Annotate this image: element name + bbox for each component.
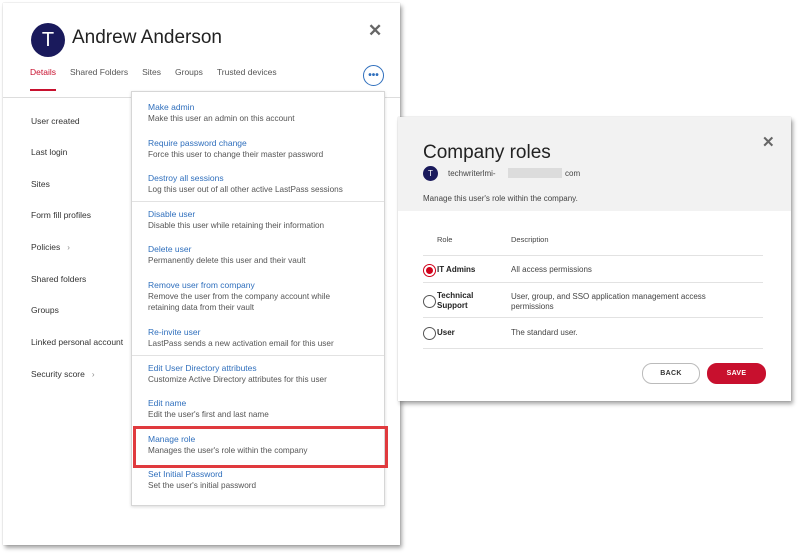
user-avatar: T — [31, 23, 65, 57]
menu-item-title: Require password change — [148, 138, 247, 148]
detail-linked-personal-account[interactable]: Linked personal account — [31, 337, 123, 347]
tab-details[interactable]: Details — [30, 67, 56, 91]
column-header-role: Role — [437, 235, 453, 244]
menu-item-edit-user-directory-attributes[interactable]: Edit User Directory attributes Customize… — [148, 363, 378, 385]
menu-item-delete-user[interactable]: Delete user Permanently delete this user… — [148, 244, 378, 266]
detail-label: Shared folders — [31, 274, 87, 284]
redacted-email-block — [508, 168, 562, 178]
table-divider — [423, 317, 763, 318]
menu-item-title: Disable user — [148, 209, 196, 219]
back-button[interactable]: BACK — [642, 363, 700, 384]
role-radio-it-admins[interactable] — [423, 264, 436, 277]
more-actions-button[interactable]: ••• — [363, 65, 384, 86]
user-name-title: Andrew Anderson — [72, 27, 222, 48]
tab-groups[interactable]: Groups — [175, 67, 203, 91]
menu-item-desc: Set the user's initial password — [148, 481, 257, 490]
tab-trusted-devices[interactable]: Trusted devices — [217, 67, 277, 91]
menu-item-desc: Edit the user's first and last name — [148, 410, 269, 419]
tab-sites[interactable]: Sites — [142, 67, 161, 91]
role-radio-technical-support[interactable] — [423, 295, 436, 308]
detail-user-created[interactable]: User created — [31, 116, 80, 126]
user-avatar: T — [423, 166, 438, 181]
menu-item-desc: Log this user out of all other active La… — [148, 185, 343, 194]
menu-item-re-invite-user[interactable]: Re-invite user LastPass sends a new acti… — [148, 327, 378, 349]
menu-item-desc: Force this user to change their master p… — [148, 150, 324, 159]
detail-last-login[interactable]: Last login — [31, 147, 67, 157]
menu-item-desc: Disable this user while retaining their … — [148, 221, 325, 230]
menu-item-title: Destroy all sessions — [148, 173, 224, 183]
role-description: User, group, and SSO application managem… — [511, 292, 706, 311]
menu-item-title: Delete user — [148, 244, 192, 254]
menu-item-desc: Customize Active Directory attributes fo… — [148, 375, 327, 384]
detail-label: Security score — [31, 369, 85, 379]
role-name: User — [437, 328, 455, 337]
menu-item-require-password-change[interactable]: Require password change Force this user … — [148, 138, 378, 160]
menu-item-title: Set Initial Password — [148, 469, 223, 479]
menu-item-disable-user[interactable]: Disable user Disable this user while ret… — [148, 209, 378, 231]
menu-item-title: Re-invite user — [148, 327, 201, 337]
menu-item-title: Edit User Directory attributes — [148, 363, 257, 373]
detail-shared-folders[interactable]: Shared folders — [31, 274, 86, 284]
menu-item-make-admin[interactable]: Make admin Make this user an admin on th… — [148, 102, 378, 124]
detail-sites[interactable]: Sites — [31, 179, 50, 189]
detail-groups[interactable]: Groups — [31, 305, 59, 315]
menu-item-title: Make admin — [148, 102, 195, 112]
company-roles-dialog: ✕ Company roles T techwriterlmi- com Man… — [398, 117, 791, 401]
dialog-subtitle: Manage this user's role within the compa… — [423, 194, 578, 203]
menu-divider — [132, 355, 384, 356]
detail-label: Linked personal account — [31, 337, 124, 347]
detail-label: Last login — [31, 147, 68, 157]
close-icon[interactable]: ✕ — [762, 133, 775, 151]
menu-item-desc: Make this user an admin on this account — [148, 114, 295, 123]
detail-security-score[interactable]: Security score › — [31, 369, 95, 379]
manage-role-highlight-box — [133, 426, 388, 468]
user-email-end: com — [565, 169, 581, 178]
menu-divider — [132, 201, 384, 202]
user-tabs: Details Shared Folders Sites Groups Trus… — [30, 67, 291, 91]
detail-label: Sites — [31, 179, 50, 189]
save-button[interactable]: SAVE — [707, 363, 766, 384]
detail-label: Form fill profiles — [31, 210, 91, 220]
menu-item-title: Remove user from company — [148, 280, 255, 290]
menu-item-desc: Permanently delete this user and their v… — [148, 256, 306, 265]
column-header-description: Description — [511, 235, 549, 244]
dialog-title: Company roles — [423, 142, 551, 163]
tab-shared-folders[interactable]: Shared Folders — [70, 67, 128, 91]
detail-label: User created — [31, 116, 80, 126]
menu-item-desc: retaining data from their vault — [148, 303, 255, 312]
menu-item-set-initial-password[interactable]: Set Initial Password Set the user's init… — [148, 469, 378, 491]
user-email-start: techwriterlmi- — [448, 169, 496, 178]
role-radio-user[interactable] — [423, 327, 436, 340]
chevron-right-icon: › — [67, 242, 70, 252]
role-name: Technical Support — [437, 291, 474, 310]
detail-policies[interactable]: Policies › — [31, 242, 70, 252]
menu-item-title: Edit name — [148, 398, 187, 408]
close-icon[interactable]: ✕ — [368, 21, 382, 41]
menu-item-desc: Remove the user from the company account… — [148, 292, 331, 301]
menu-item-desc: LastPass sends a new activation email fo… — [148, 339, 334, 348]
menu-item-remove-user-from-company[interactable]: Remove user from company Remove the user… — [148, 280, 378, 313]
chevron-right-icon: › — [91, 369, 95, 379]
detail-form-fill-profiles[interactable]: Form fill profiles — [31, 210, 91, 220]
table-divider — [423, 282, 763, 283]
role-description: The standard user. — [511, 328, 578, 337]
role-name: IT Admins — [437, 265, 476, 274]
table-divider — [423, 348, 763, 349]
table-divider — [423, 255, 763, 256]
detail-label: Groups — [31, 305, 59, 315]
menu-item-edit-name[interactable]: Edit name Edit the user's first and last… — [148, 398, 378, 420]
role-description: All access permissions — [511, 265, 592, 274]
detail-label: Policies — [31, 242, 61, 252]
menu-item-destroy-all-sessions[interactable]: Destroy all sessions Log this user out o… — [148, 173, 378, 195]
